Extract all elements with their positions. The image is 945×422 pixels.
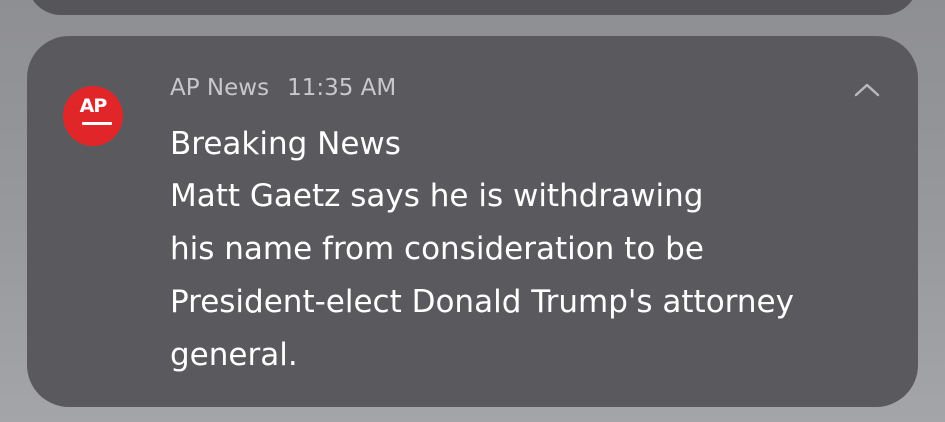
notification-header: AP News 11:35 AM [170, 72, 396, 104]
notification-body-line: President-elect Donald Trump's attorney [170, 284, 794, 320]
app-icon-underline [82, 122, 112, 125]
chevron-up-icon [854, 83, 880, 97]
collapse-button[interactable] [847, 74, 887, 106]
notification-body-line: general. [170, 337, 298, 373]
notification-body-line: Matt Gaetz says he is withdrawing [170, 178, 704, 214]
ap-news-app-icon: AP [63, 86, 123, 146]
previous-notification-card[interactable] [27, 0, 918, 15]
notification-body-line: his name from consideration to be [170, 231, 704, 267]
app-icon-label: AP [79, 95, 108, 117]
notification-title: Breaking News [170, 126, 401, 162]
notification-time: 11:35 AM [287, 75, 397, 101]
notification-body: Matt Gaetz says he is withdrawing his na… [170, 170, 900, 382]
app-name: AP News [170, 75, 270, 101]
notification-card[interactable]: AP AP News 11:35 AM Breaking News Matt G… [27, 36, 918, 407]
